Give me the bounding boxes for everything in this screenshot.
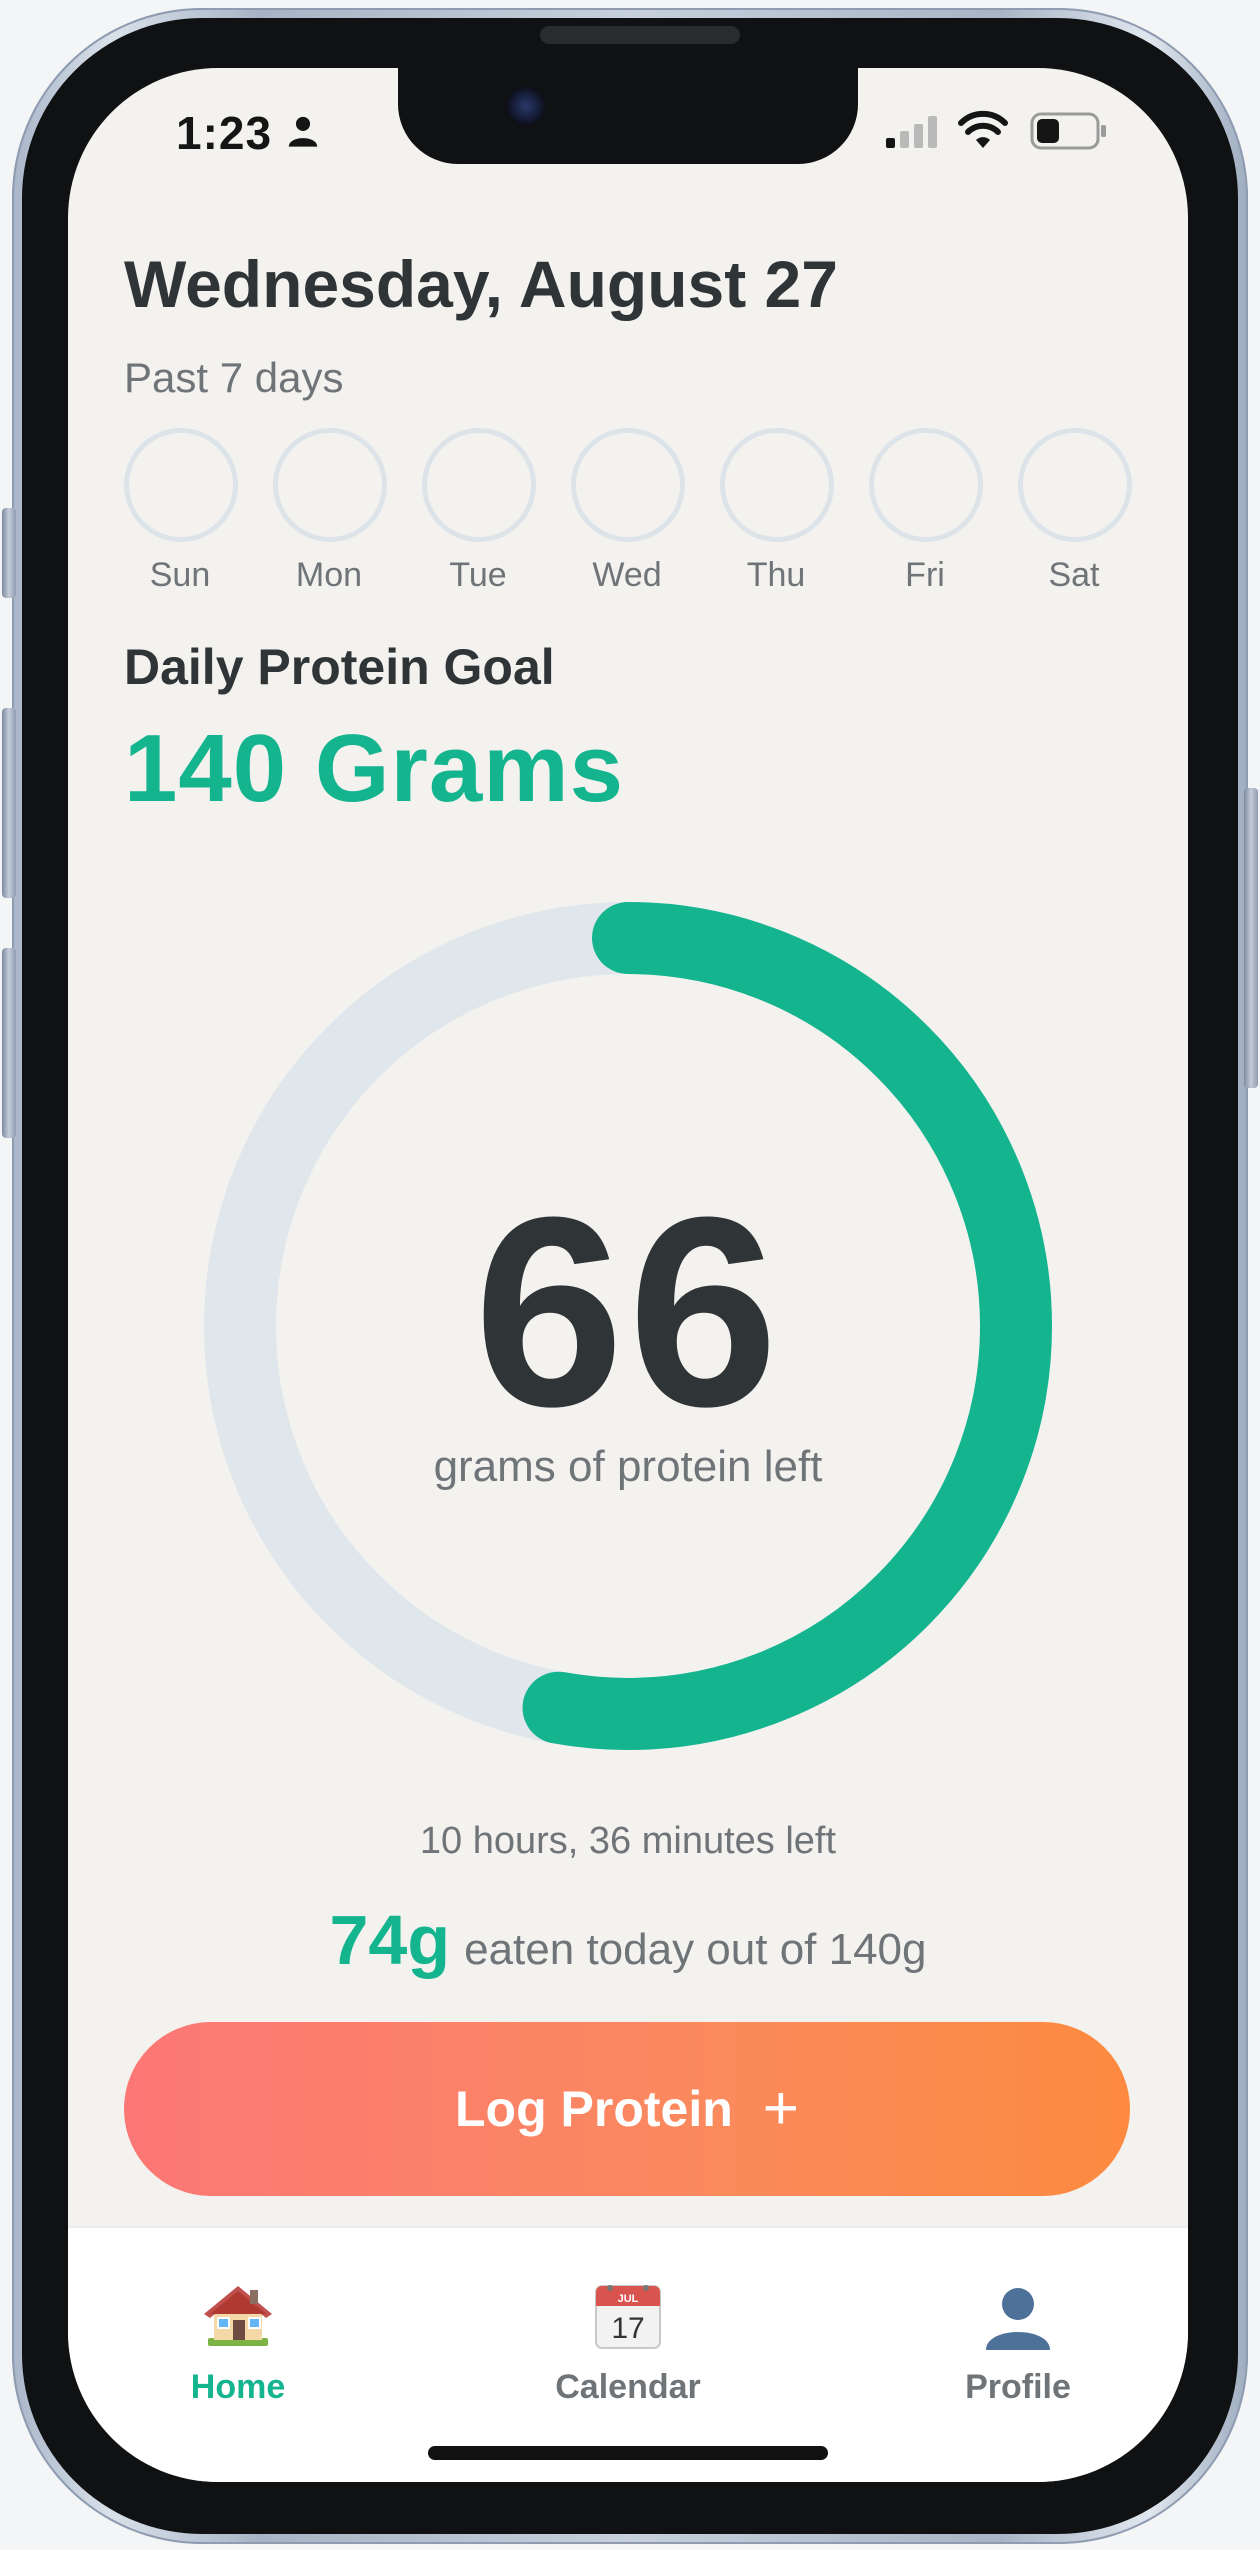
battery-icon: [1030, 112, 1106, 150]
notch: [398, 68, 858, 164]
day-label: Fri: [905, 556, 945, 594]
home-indicator: [428, 2446, 828, 2460]
tab-home-label: Home: [190, 2368, 286, 2406]
goal-label: Daily Protein Goal: [124, 639, 555, 695]
goal-value: 140 Grams: [124, 715, 625, 822]
person-icon: [288, 116, 318, 147]
calendar-date-number: 17: [611, 2312, 644, 2345]
tab-calendar[interactable]: JUL 17 Calendar: [498, 2276, 758, 2407]
page-title: Wednesday, August 27: [124, 247, 838, 321]
protein-remaining-value: 66: [473, 1162, 783, 1463]
day-label: Sun: [149, 556, 211, 594]
day-ring: [422, 428, 536, 542]
day-label: Sat: [1048, 556, 1100, 594]
day-ring: [571, 428, 685, 542]
day-mon[interactable]: Mon: [273, 428, 387, 595]
house-icon: [204, 2286, 272, 2346]
plus-icon: +: [762, 2074, 799, 2143]
day-thu[interactable]: Thu: [720, 428, 834, 595]
day-ring: [124, 428, 238, 542]
log-protein-label: Log Protein: [455, 2081, 733, 2137]
eaten-text: eaten today out of 140g: [464, 1925, 927, 1974]
time-left-text: 10 hours, 36 minutes left: [419, 1820, 837, 1862]
eaten-amount: 74g: [329, 1901, 451, 1979]
device-stage: 1:23 Wednesday, August 27 Past 7 days Su…: [0, 0, 1260, 2550]
day-label: Thu: [746, 556, 806, 594]
day-tue[interactable]: Tue: [422, 428, 536, 595]
day-label: Mon: [295, 556, 363, 594]
volume-up-button: [2, 708, 16, 898]
profile-icon: [986, 2288, 1050, 2350]
day-sun[interactable]: Sun: [124, 428, 238, 595]
day-ring: [1018, 428, 1132, 542]
mute-switch: [2, 508, 16, 598]
calendar-month-text: JUL: [618, 2293, 639, 2305]
tab-profile[interactable]: Profile: [888, 2276, 1148, 2407]
wifi-icon: [958, 110, 1008, 148]
front-camera-icon: [506, 86, 546, 126]
day-ring: [720, 428, 834, 542]
log-protein-button[interactable]: Log Protein +: [124, 2022, 1130, 2196]
tab-calendar-label: Calendar: [555, 2368, 701, 2406]
day-sat[interactable]: Sat: [1018, 428, 1132, 595]
signal-icon: [886, 116, 937, 148]
app-screen: 1:23 Wednesday, August 27 Past 7 days Su…: [68, 68, 1188, 2482]
calendar-icon: JUL 17: [595, 2285, 661, 2349]
day-fri[interactable]: Fri: [869, 428, 983, 595]
tab-profile-label: Profile: [965, 2368, 1071, 2406]
power-button: [1244, 788, 1258, 1088]
tab-home[interactable]: Home: [108, 2276, 368, 2407]
day-label: Tue: [449, 556, 507, 594]
week-range-label: Past 7 days: [124, 354, 344, 401]
tab-bar: Home JUL 17 Calendar Profile: [68, 2226, 1188, 2482]
earpiece-speaker: [540, 26, 740, 44]
day-label: Wed: [592, 556, 662, 594]
eaten-summary: 74g eaten today out of 140g: [68, 1900, 1188, 1980]
volume-down-button: [2, 948, 16, 1138]
protein-remaining-caption: grams of protein left: [433, 1442, 823, 1491]
week-strip: Sun Mon Tue Wed Thu Fri Sat: [124, 428, 1134, 608]
day-ring: [869, 428, 983, 542]
day-wed[interactable]: Wed: [571, 428, 685, 595]
day-ring: [273, 428, 387, 542]
status-time: 1:23: [176, 107, 273, 159]
